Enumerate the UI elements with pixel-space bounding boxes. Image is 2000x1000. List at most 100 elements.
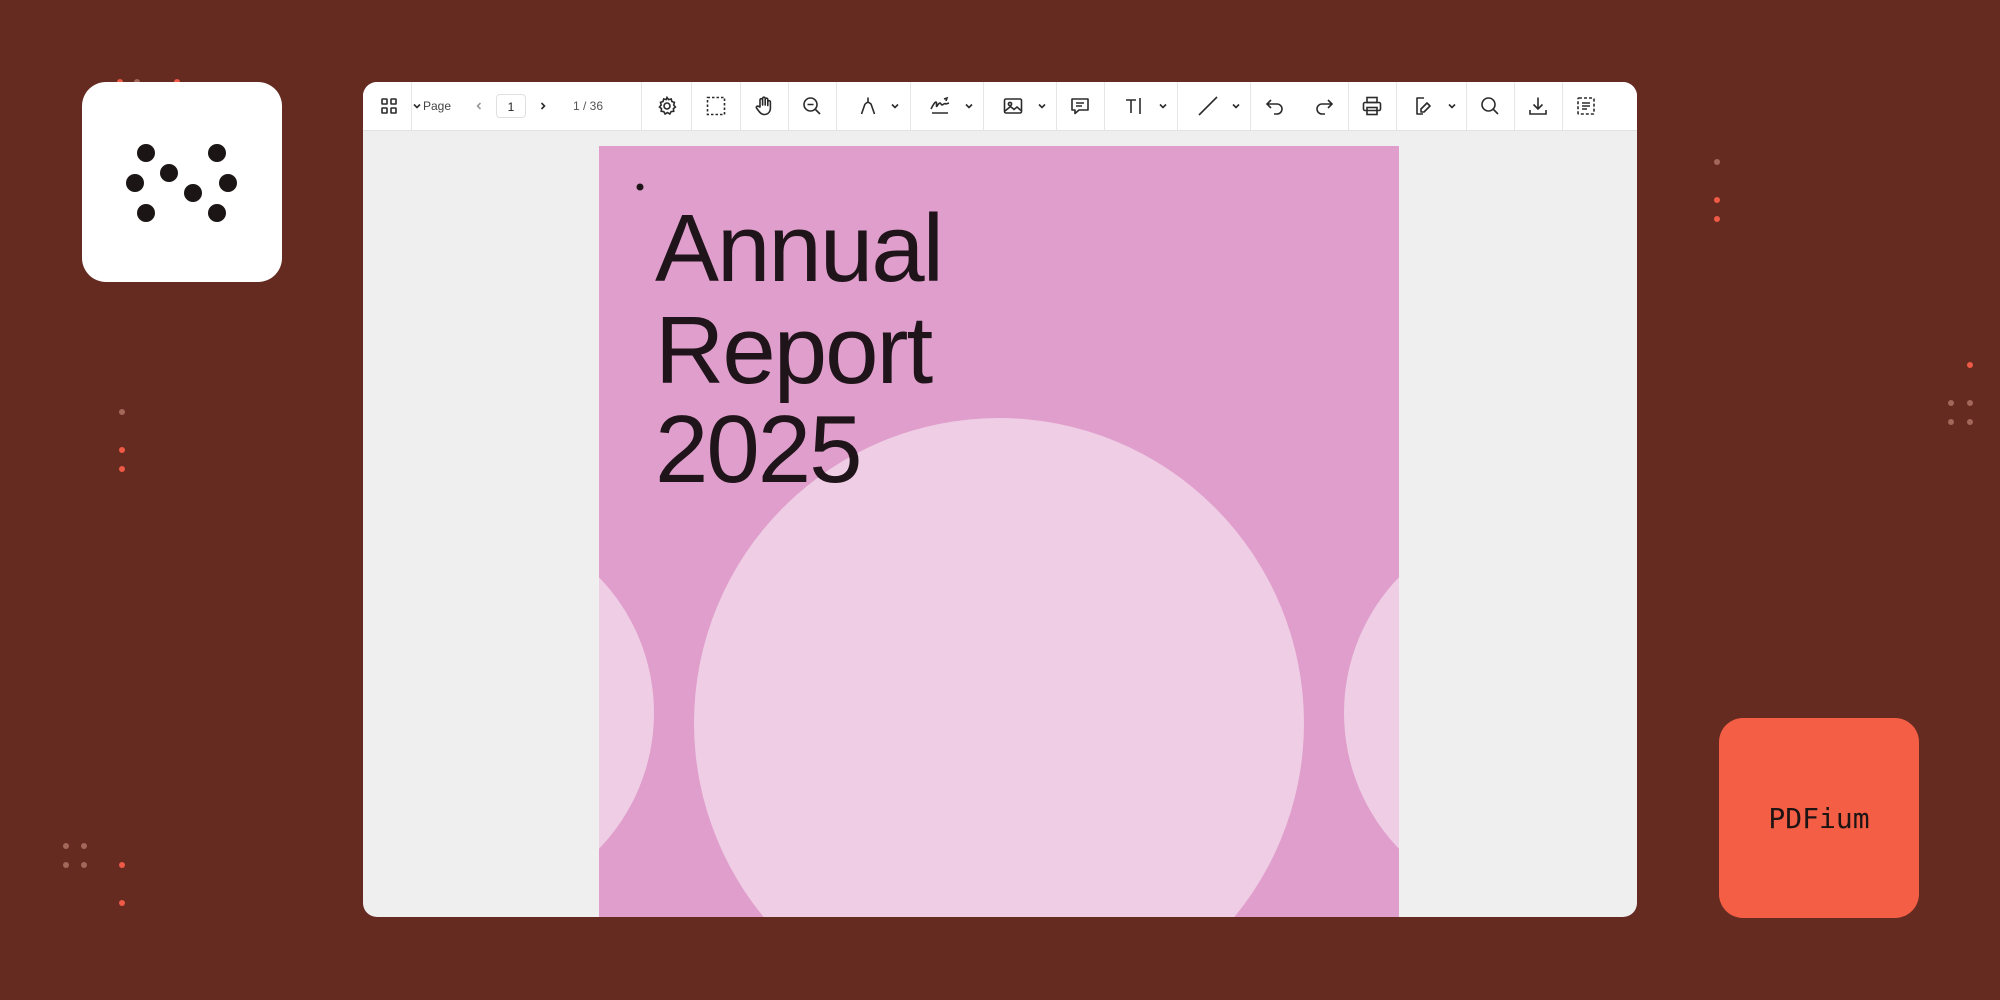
pdfium-badge: PDFium <box>1719 718 1919 918</box>
decor-dot <box>81 862 87 868</box>
toolbar-divider <box>740 82 741 130</box>
download-button[interactable] <box>1518 82 1558 130</box>
chevron-down-icon <box>1448 103 1456 109</box>
redo-icon <box>1316 99 1334 115</box>
brand-logo-card <box>82 82 282 282</box>
decor-dot <box>119 447 125 453</box>
zoom-out-button[interactable] <box>792 82 832 130</box>
chevron-down-icon <box>1232 103 1240 109</box>
decor-dot <box>119 466 125 472</box>
chevron-left-icon <box>476 102 482 110</box>
print-icon <box>1362 96 1382 116</box>
signature-button[interactable] <box>921 82 959 130</box>
decor-dot <box>1967 362 1973 368</box>
line-icon <box>1198 96 1218 116</box>
document-outline-icon <box>1577 97 1595 115</box>
print-button[interactable] <box>1352 82 1392 130</box>
page-number-input[interactable]: 1 <box>496 94 526 118</box>
pdf-page: Annual Report 2025 <box>599 146 1399 917</box>
chevron-down-icon <box>1038 103 1046 109</box>
edit-form-dropdown[interactable] <box>1442 82 1462 130</box>
chevron-down-icon <box>1159 103 1167 109</box>
zoom-out-icon <box>803 97 821 115</box>
toolbar-divider <box>1056 82 1057 130</box>
decor-dot <box>1948 400 1954 406</box>
insert-image-dropdown[interactable] <box>1032 82 1052 130</box>
undo-icon <box>1265 99 1283 115</box>
pen-icon <box>860 97 876 115</box>
insert-image-button[interactable] <box>994 82 1032 130</box>
pen-tool-dropdown[interactable] <box>885 82 905 130</box>
chevron-down-icon <box>965 103 973 109</box>
decor-dot <box>1948 419 1954 425</box>
decor-dot <box>1714 197 1720 203</box>
next-page-button[interactable] <box>533 82 553 130</box>
cover-title-line: Annual <box>655 195 944 302</box>
thumbnails-icon <box>381 98 397 114</box>
chevron-down-icon <box>891 103 899 109</box>
page-marker-dot <box>636 183 644 191</box>
document-outline-button[interactable] <box>1566 82 1606 130</box>
chevron-down-icon <box>413 103 421 109</box>
toolbar-divider <box>910 82 911 130</box>
toolbar-divider <box>1104 82 1105 130</box>
pen-tool-button[interactable] <box>851 82 885 130</box>
decor-dot <box>1967 400 1973 406</box>
decor-dot <box>119 900 125 906</box>
toolbar-divider <box>1562 82 1563 130</box>
image-icon <box>1003 98 1023 114</box>
chevron-right-icon <box>540 102 546 110</box>
brand-logo-icon <box>126 144 237 222</box>
toolbar-divider <box>1250 82 1251 130</box>
toolbar-divider <box>836 82 837 130</box>
line-tool-button[interactable] <box>1190 82 1226 130</box>
cover-title-line: Report <box>655 297 933 404</box>
signature-icon <box>930 96 950 114</box>
edit-form-button[interactable] <box>1404 82 1442 130</box>
toolbar-divider <box>1466 82 1467 130</box>
undo-button[interactable] <box>1255 82 1295 130</box>
page-circle-left <box>599 577 654 849</box>
toolbar-divider <box>1514 82 1515 130</box>
search-button[interactable] <box>1470 82 1510 130</box>
line-tool-dropdown[interactable] <box>1226 82 1246 130</box>
toolbar-divider <box>1177 82 1178 130</box>
text-tool-dropdown[interactable] <box>1153 82 1173 130</box>
thumbnails-button[interactable] <box>375 82 403 130</box>
decor-dot <box>1967 419 1973 425</box>
decor-dot <box>81 843 87 849</box>
marquee-select-icon <box>706 96 726 116</box>
page-count: 1 / 36 <box>573 99 604 113</box>
decor-dot <box>1714 216 1720 222</box>
pan-hand-button[interactable] <box>744 82 784 130</box>
decor-dot <box>1714 159 1720 165</box>
pan-hand-icon <box>755 96 772 116</box>
comment-icon <box>1071 98 1089 115</box>
download-icon <box>1529 97 1547 115</box>
text-tool-button[interactable] <box>1117 82 1153 130</box>
cover-year: 2025 <box>655 396 863 503</box>
page-mode-dropdown[interactable] <box>411 82 423 130</box>
toolbar-divider <box>788 82 789 130</box>
settings-button[interactable] <box>647 82 687 130</box>
toolbar-divider <box>1396 82 1397 130</box>
edit-form-icon <box>1416 97 1431 115</box>
page-label: Page <box>423 99 452 113</box>
pdf-viewer-window: Page 1 1 / 36 Annual Report 2025 <box>363 82 1637 917</box>
toolbar-divider <box>983 82 984 130</box>
viewer-toolbar: Page 1 1 / 36 <box>363 82 1637 131</box>
toolbar-divider <box>641 82 642 130</box>
redo-button[interactable] <box>1304 82 1344 130</box>
settings-icon <box>658 95 677 116</box>
signature-dropdown[interactable] <box>959 82 979 130</box>
decor-dot <box>119 862 125 868</box>
decor-dot <box>119 409 125 415</box>
previous-page-button[interactable] <box>469 82 489 130</box>
document-canvas[interactable]: Annual Report 2025 <box>363 131 1637 917</box>
toolbar-divider <box>1348 82 1349 130</box>
marquee-select-button[interactable] <box>696 82 736 130</box>
decor-dot <box>63 843 69 849</box>
comment-button[interactable] <box>1060 82 1100 130</box>
toolbar-divider <box>691 82 692 130</box>
decor-dot <box>63 862 69 868</box>
